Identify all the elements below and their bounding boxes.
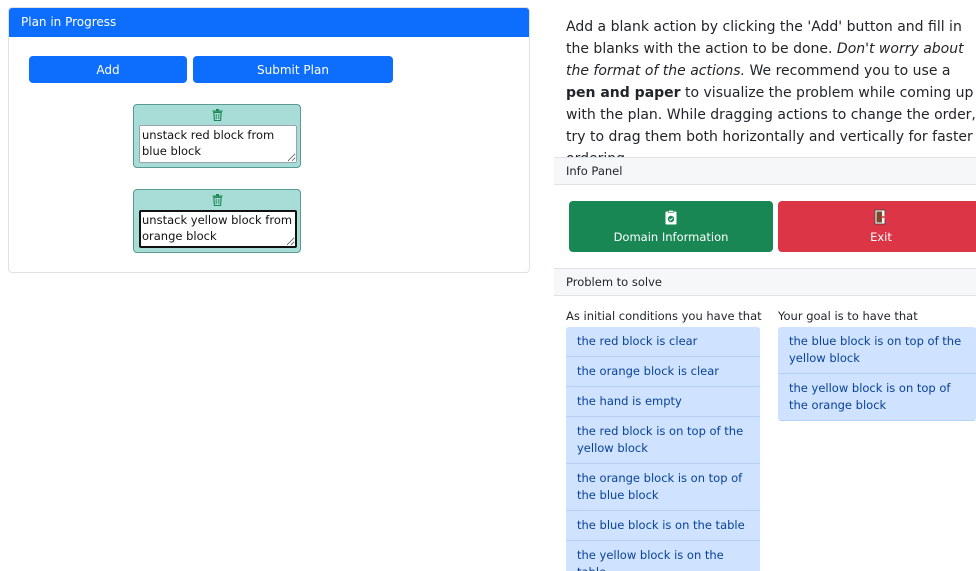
domain-information-label: Domain Information bbox=[613, 229, 729, 244]
list-item: the yellow block is on top of the orange… bbox=[778, 374, 976, 421]
exit-button[interactable]: Exit bbox=[778, 201, 976, 252]
list-item: the red block is on top of the yellow bl… bbox=[566, 417, 760, 464]
domain-information-button[interactable]: Domain Information bbox=[569, 201, 773, 252]
exit-label: Exit bbox=[870, 230, 892, 244]
action-text-input[interactable]: unstack yellow block from orange block bbox=[139, 210, 297, 248]
action-card[interactable]: unstack red block from blue block bbox=[133, 104, 301, 168]
clipboard-check-icon bbox=[665, 209, 677, 224]
list-item: the hand is empty bbox=[566, 387, 760, 417]
goal-list: the blue block is on top of the yellow b… bbox=[778, 327, 976, 421]
problem-header: Problem to solve bbox=[554, 268, 976, 296]
list-item: the blue block is on the table bbox=[566, 511, 760, 541]
action-card[interactable]: unstack yellow block from orange block bbox=[133, 189, 301, 253]
info-panel: Domain Information Exit bbox=[554, 185, 976, 268]
exit-door-icon bbox=[874, 209, 888, 225]
plan-header: Plan in Progress bbox=[9, 8, 529, 37]
trash-icon[interactable] bbox=[134, 109, 300, 121]
list-item: the blue block is on top of the yellow b… bbox=[778, 327, 976, 374]
plan-panel: Plan in Progress Add Submit Plan unstack… bbox=[8, 7, 530, 273]
trash-icon[interactable] bbox=[134, 194, 300, 206]
initial-conditions-label: As initial conditions you have that bbox=[566, 309, 762, 323]
info-panel-header: Info Panel bbox=[554, 157, 976, 185]
add-button[interactable]: Add bbox=[29, 56, 187, 83]
list-item: the orange block is clear bbox=[566, 357, 760, 387]
list-item: the red block is clear bbox=[566, 327, 760, 357]
action-text-input[interactable]: unstack red block from blue block bbox=[139, 125, 297, 163]
list-item: the yellow block is on the table bbox=[566, 541, 760, 571]
instructions-text: Add a blank action by clicking the 'Add'… bbox=[566, 19, 976, 167]
submit-plan-button[interactable]: Submit Plan bbox=[193, 56, 393, 83]
list-item: the orange block is on top of the blue b… bbox=[566, 464, 760, 511]
goal-label: Your goal is to have that bbox=[778, 309, 918, 323]
initial-conditions-list: the red block is clear the orange block … bbox=[566, 327, 760, 571]
